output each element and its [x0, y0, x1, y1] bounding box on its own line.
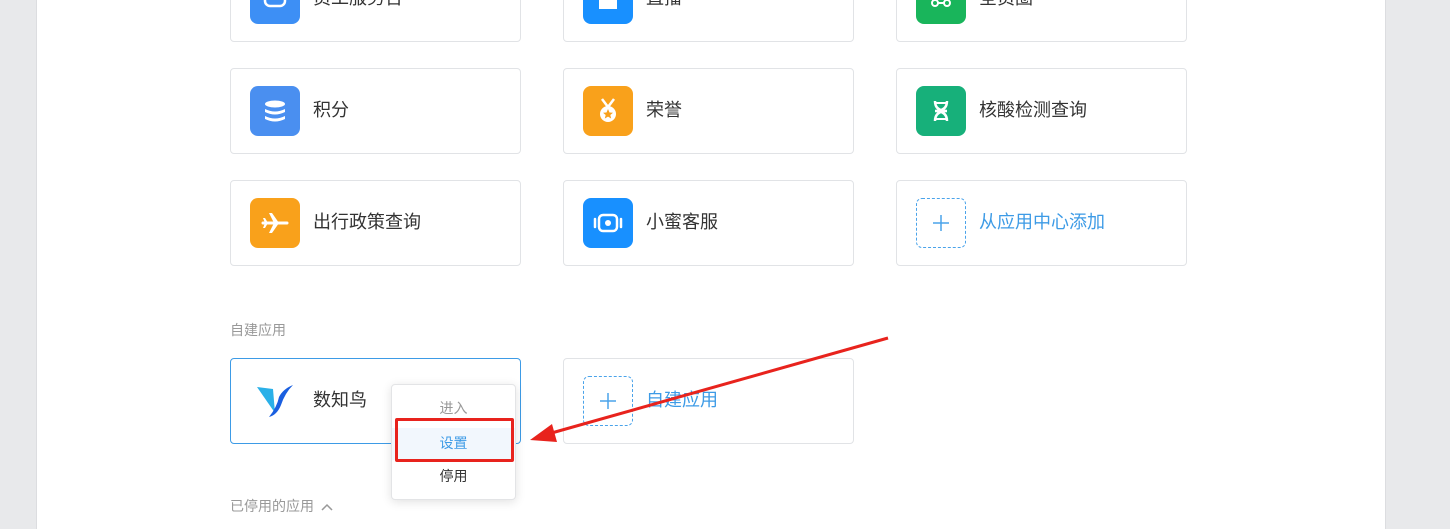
annotation-arrow: [530, 336, 889, 442]
